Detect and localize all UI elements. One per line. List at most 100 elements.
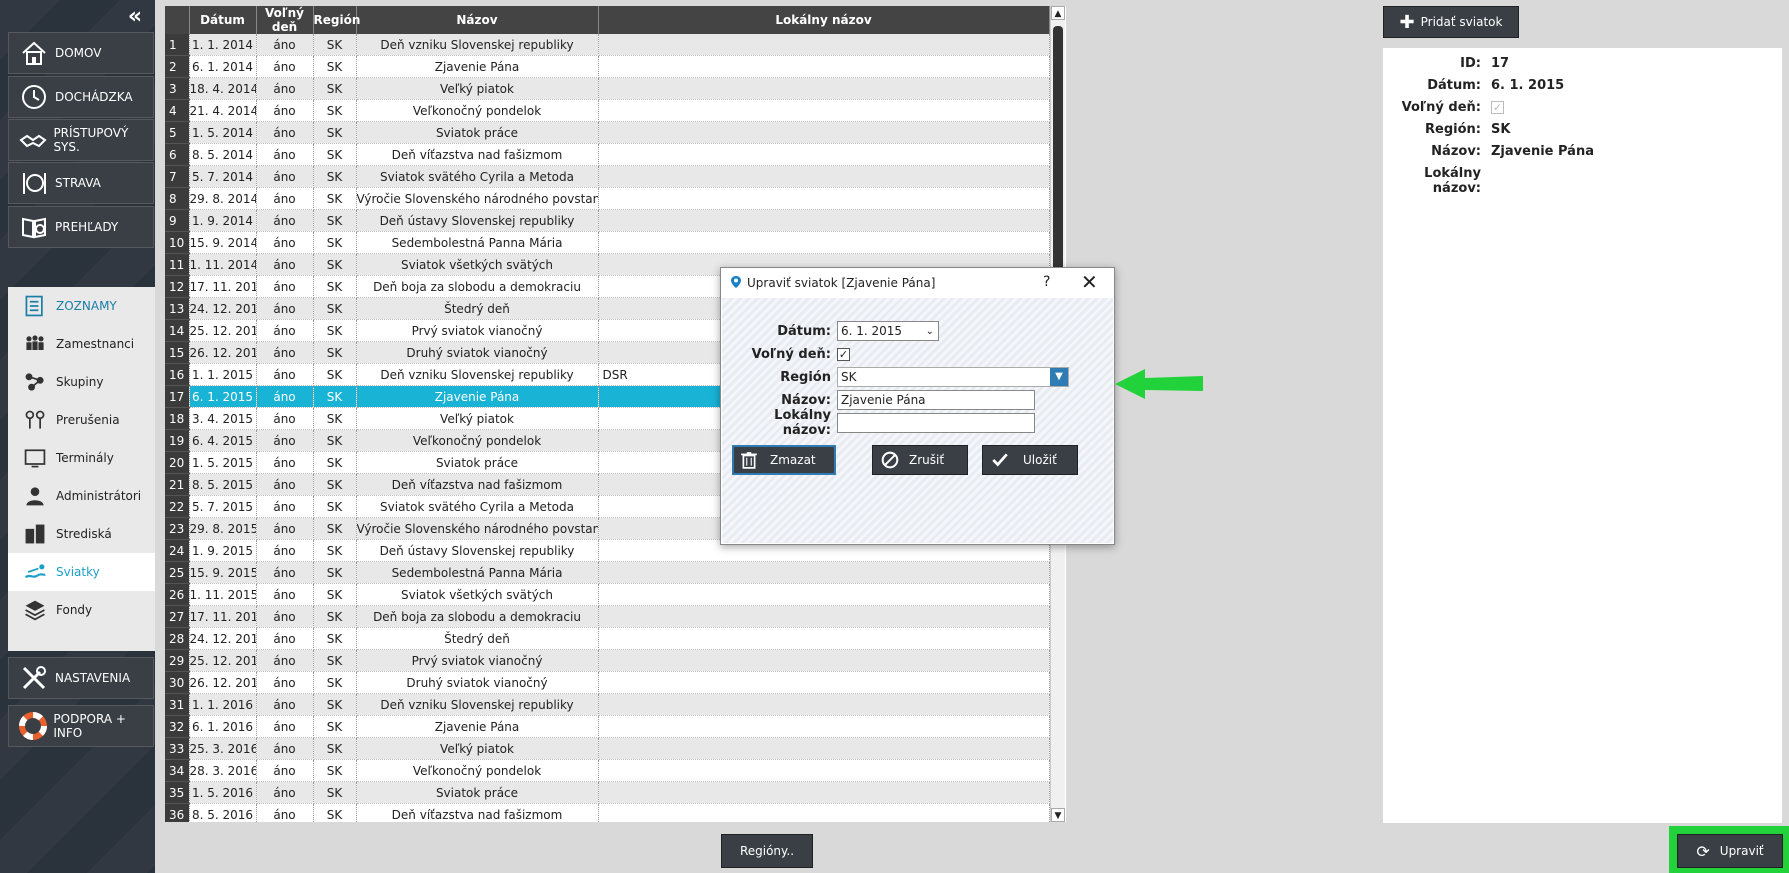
cell-free-day: áno	[256, 341, 314, 364]
column-header[interactable]: Voľný deň	[256, 6, 314, 34]
table-row[interactable]: 1 1. 1. 2014 áno SK Deň vzniku Slovenskej re…	[165, 34, 1050, 56]
table-row[interactable]: 32 6. 1. 2016 áno SK Zjavenie Pána	[165, 715, 1050, 738]
table-row[interactable]: 36 8. 5. 2016 áno SK Deň víťazstva nad fašiz…	[165, 803, 1050, 822]
row-number: 10	[165, 231, 190, 254]
cell-local-name	[598, 649, 1050, 672]
submenu-item-admin[interactable]: Administrátori	[8, 477, 155, 515]
edit-button[interactable]: ⟳ Upraviť	[1677, 834, 1783, 868]
submenu-item-list[interactable]: ZOZNAMY	[8, 287, 155, 325]
table-row[interactable]: 7 5. 7. 2014 áno SK Sviatok svätého Cyrila a…	[165, 165, 1050, 188]
submenu-item-pins[interactable]: Prerušenia	[8, 401, 155, 439]
cell-date: 1. 5. 2015	[189, 451, 257, 474]
column-header[interactable]: Región	[313, 6, 360, 34]
dropdown-arrow-icon[interactable]: ▼	[1050, 368, 1068, 386]
row-number: 29	[165, 649, 190, 672]
table-row[interactable]: 5 1. 5. 2014 áno SK Sviatok práce	[165, 121, 1050, 144]
cell-free-day: áno	[256, 781, 314, 804]
table-row[interactable]: 4 21. 4. 2014 áno SK Veľkonočný pondelok	[165, 99, 1050, 122]
cell-date: 15. 9. 2015	[189, 561, 257, 584]
list-icon	[22, 293, 48, 319]
detail-local-value	[1487, 166, 1782, 188]
scroll-up-icon[interactable]: ▲	[1051, 6, 1065, 20]
table-row[interactable]: 8 29. 8. 2014 áno SK Výročie Slovenského nár…	[165, 187, 1050, 210]
layers-icon	[22, 597, 48, 623]
table-row[interactable]: 26 1. 11. 2015 áno SK Sviatok všetkých svätý…	[165, 583, 1050, 606]
close-icon[interactable]: ✕	[1081, 270, 1098, 294]
table-row[interactable]: 6 8. 5. 2014 áno SK Deň víťazstva nad fašizm…	[165, 143, 1050, 166]
column-header[interactable]: Dátum	[189, 6, 257, 34]
table-row[interactable]: 35 1. 5. 2016 áno SK Sviatok práce	[165, 781, 1050, 804]
table-row[interactable]: 3026. 12. 2015ánoSKDruhý sviatok vianočn…	[165, 671, 1050, 694]
cell-name: Deň víťazstva nad fašizmom	[356, 143, 599, 166]
help-icon[interactable]: ?	[1043, 274, 1050, 290]
row-number: 26	[165, 583, 190, 606]
cell-region: SK	[313, 121, 357, 144]
name-input[interactable]: Zjavenie Pána	[837, 390, 1035, 410]
cell-free-day: áno	[256, 77, 314, 100]
regions-button[interactable]: Regióny..	[721, 834, 813, 868]
cell-name: Veľký piatok	[356, 737, 599, 760]
cell-date: 5. 7. 2014	[189, 165, 257, 188]
table-row[interactable]: 3 18. 4. 2014 áno SK Veľký piatok	[165, 77, 1050, 100]
lifebuoy-icon	[19, 711, 48, 741]
cell-local-name	[598, 737, 1050, 760]
detail-date-label: Dátum:	[1427, 78, 1481, 93]
cell-local-name	[598, 561, 1050, 584]
region-select[interactable]: SK ▼	[837, 367, 1069, 387]
collapse-sidebar-icon[interactable]: «	[124, 6, 146, 28]
cell-date: 25. 3. 2016	[189, 737, 257, 760]
table-row[interactable]: 31 1. 1. 2016 áno SK Deň vzniku Slovenskej r…	[165, 693, 1050, 716]
row-number: 34	[165, 759, 190, 782]
row-number: 17	[165, 385, 190, 408]
table-row[interactable]: 34 28. 3. 2016 áno SK Veľkonočný pondelok	[165, 759, 1050, 782]
refresh-icon: ⟳	[1696, 841, 1710, 861]
nav-clock[interactable]: DOCHÁDZKA	[8, 76, 154, 118]
table-row[interactable]: 2824. 12. 2015ánoSKŠtedrý deň	[165, 627, 1050, 650]
table-row[interactable]: 9 1. 9. 2014 áno SK Deň ústavy Slovenskej re…	[165, 209, 1050, 232]
submenu-item-layers[interactable]: Fondy	[8, 591, 155, 629]
detail-name-label: Názov:	[1431, 144, 1481, 159]
column-header[interactable]: Lokálny názov	[598, 6, 1050, 34]
delete-button[interactable]: Zmazat	[732, 445, 836, 475]
cell-date: 8. 5. 2015	[189, 473, 257, 496]
submenu-item-terminal[interactable]: Terminály	[8, 439, 155, 477]
submenu-item-people[interactable]: Zamestnanci	[8, 325, 155, 363]
cell-date: 6. 1. 2015	[189, 385, 257, 408]
submenu-item-beach[interactable]: Sviatky	[8, 553, 155, 591]
cell-free-day: áno	[256, 627, 314, 650]
nav-book-search[interactable]: PREHĽADY	[8, 206, 154, 248]
table-row[interactable]: 33 25. 3. 2016 áno SK Veľký piatok	[165, 737, 1050, 760]
nav-home[interactable]: DOMOV	[8, 32, 154, 74]
cell-date: 15. 9. 2014	[189, 231, 257, 254]
submenu-item-buildings[interactable]: Strediská	[8, 515, 155, 553]
column-header[interactable]	[165, 6, 190, 34]
save-button[interactable]: Uložiť	[982, 445, 1078, 475]
table-row[interactable]: 2925. 12. 2015ánoSKPrvý sviatok vianočný	[165, 649, 1050, 672]
add-holiday-button[interactable]: ✚ Pridať sviatok	[1383, 6, 1519, 38]
chevron-down-icon[interactable]: ⌄	[926, 326, 938, 337]
nav-plate[interactable]: STRAVA	[8, 162, 154, 204]
cell-free-day: áno	[256, 473, 314, 496]
row-number: 33	[165, 737, 190, 760]
cell-region: SK	[313, 165, 357, 188]
column-header[interactable]: Názov	[356, 6, 599, 34]
free-day-checkbox[interactable]: ✓	[837, 347, 850, 361]
nav-lifebuoy[interactable]: PODPORA + INFO	[8, 705, 154, 747]
table-row[interactable]: 2717. 11. 2015ánoSKDeň boja za slobodu a…	[165, 605, 1050, 628]
cell-date: 1. 1. 2016	[189, 693, 257, 716]
nav-handshake[interactable]: PRÍSTUPOVÝ SYS.	[8, 119, 154, 161]
cancel-button[interactable]: Zrušiť	[872, 445, 968, 475]
cell-free-day: áno	[256, 363, 314, 386]
scroll-down-icon[interactable]: ▼	[1051, 808, 1065, 822]
nav-tools[interactable]: NASTAVENIA	[8, 657, 154, 699]
table-header-row: Dátum Voľný deň Región Názov Lokálny názov	[165, 6, 1050, 34]
cell-date: 1. 9. 2014	[189, 209, 257, 232]
region-label: Región	[780, 369, 831, 385]
local-name-input[interactable]	[837, 413, 1035, 433]
date-picker[interactable]: 6. 1. 2015 ⌄	[837, 321, 939, 341]
table-row[interactable]: 10 15. 9. 2014 áno SK Sedembolestná Panna Má…	[165, 231, 1050, 254]
submenu-item-groups[interactable]: Skupiny	[8, 363, 155, 401]
table-row[interactable]: 25 15. 9. 2015 áno SK Sedembolestná Panna Má…	[165, 561, 1050, 584]
table-row[interactable]: 2 6. 1. 2014 áno SK Zjavenie Pána	[165, 55, 1050, 78]
cell-local-name	[598, 231, 1050, 254]
